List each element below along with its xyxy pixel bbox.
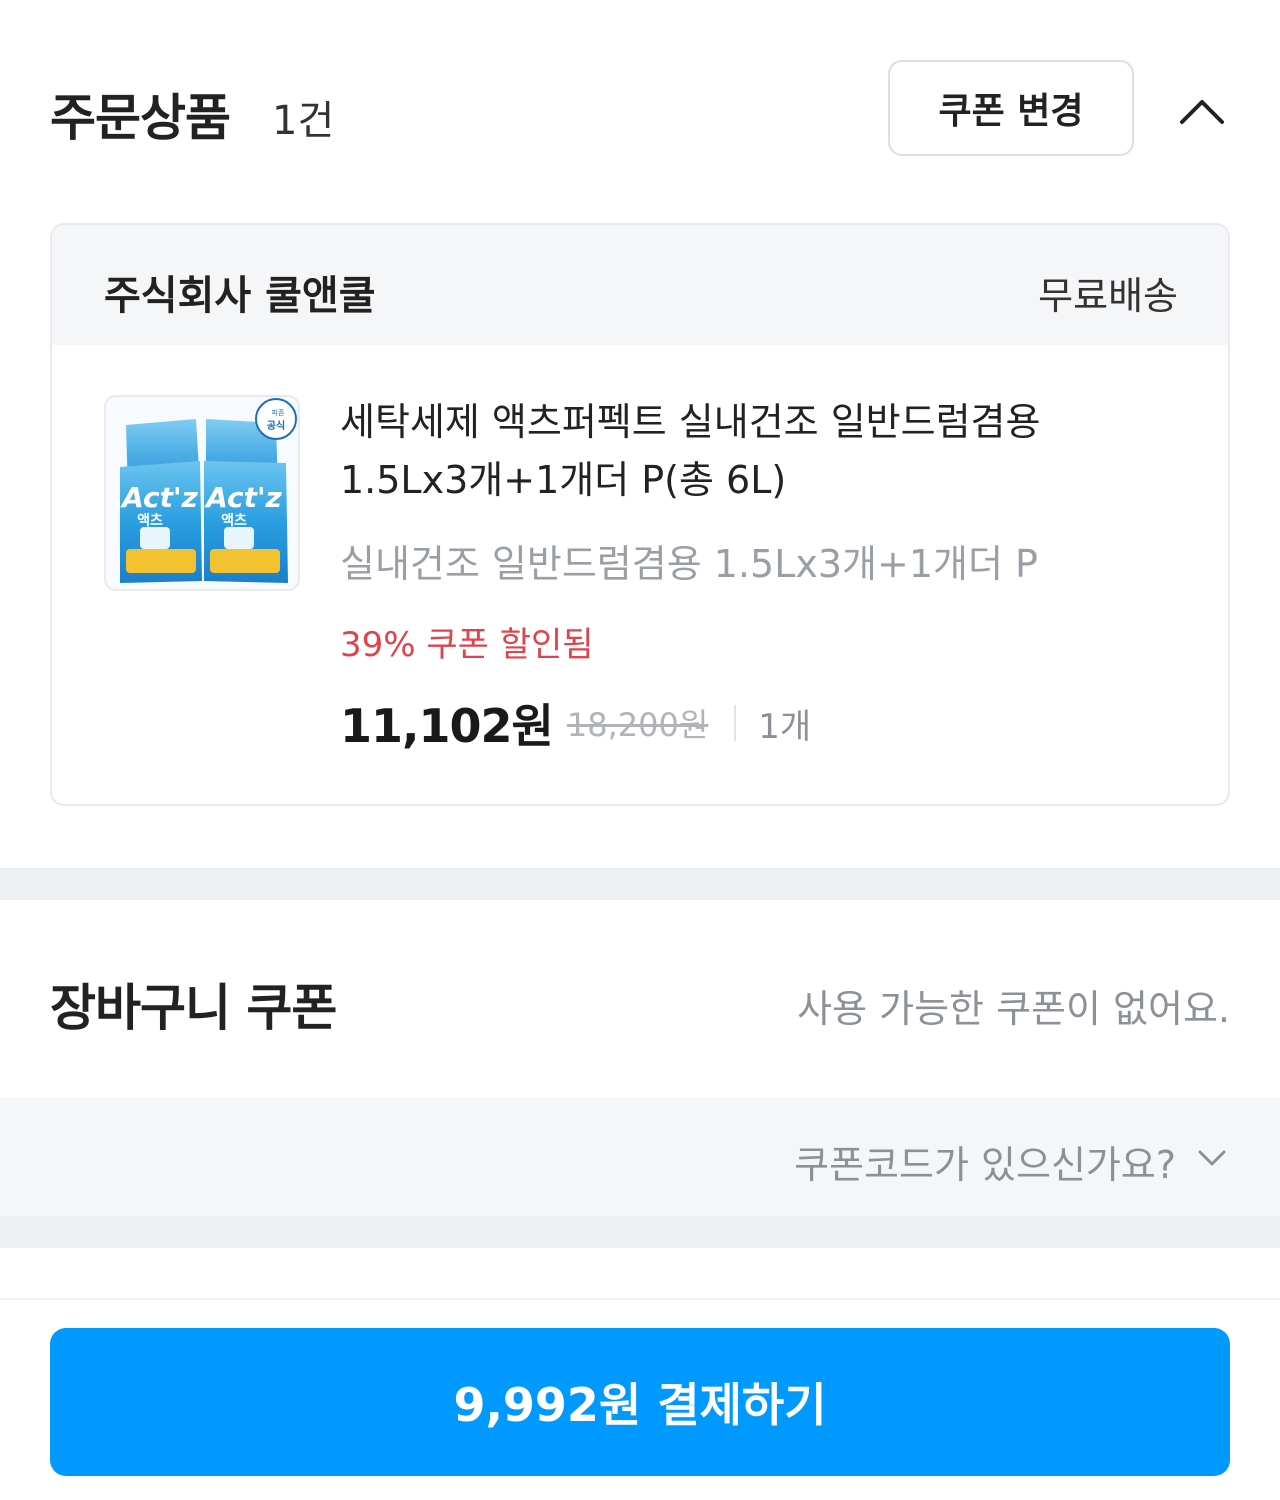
seller-name: 주식회사 쿨앤쿨: [104, 273, 376, 319]
coupon-code-prompt: 쿠폰코드가 있으신가요?: [794, 1143, 1176, 1187]
price-divider: [734, 705, 737, 741]
section-divider: [0, 1216, 1280, 1248]
quantity: 1개: [758, 706, 812, 747]
thumb-brand-right: Act'z: [204, 481, 282, 514]
thumb-sub-right: 액츠: [221, 512, 247, 529]
price-row: 11,102원 18,200원 1개: [340, 693, 811, 753]
thumb-brand-left: Act'z: [120, 481, 198, 514]
seller-card: 주식회사 쿨앤쿨 무료배송 Act'z Act'z 액츠 액츠 피죤 공식 세탁…: [50, 223, 1230, 806]
original-price: 18,200원: [566, 706, 709, 744]
order-products-header: 주문상품 1건 쿠폰 변경: [50, 60, 1230, 160]
seller-header: 주식회사 쿨앤쿨 무료배송: [52, 225, 1228, 345]
pay-button[interactable]: 9,992원 결제하기: [50, 1328, 1230, 1476]
thumb-badge: 공식: [267, 419, 285, 432]
coupon-discount-label: 39% 쿠폰 할인됨: [340, 625, 594, 665]
order-count: 1건: [272, 98, 335, 144]
bottom-payment-bar: 9,992원 결제하기: [0, 1298, 1280, 1500]
cart-coupon-status: 사용 가능한 쿠폰이 없어요.: [797, 987, 1230, 1031]
product-name-line-2: 1.5Lx3개+1개더 P(총 6L): [340, 458, 787, 502]
coupon-code-toggle[interactable]: 쿠폰코드가 있으신가요?: [0, 1098, 1280, 1216]
chevron-down-icon: [1196, 1142, 1228, 1174]
thumb-sub-left: 액츠: [137, 512, 163, 529]
shipping-fee-label: 무료배송: [1038, 274, 1178, 318]
section-divider: [0, 868, 1280, 900]
order-products-title: 주문상품: [50, 89, 231, 147]
chevron-up-icon[interactable]: [1178, 90, 1226, 130]
coupon-change-button[interactable]: 쿠폰 변경: [888, 60, 1134, 156]
checkout-page: 주문상품 1건 쿠폰 변경 주식회사 쿨앤쿨 무료배송 Act'z Act'z …: [0, 0, 1280, 1500]
product-option: 실내건조 일반드럼겸용 1.5Lx3개+1개더 P: [340, 542, 1038, 586]
cart-coupon-title: 장바구니 쿠폰: [50, 979, 337, 1037]
thumb-badge-brand: 피죤: [272, 408, 285, 417]
product-image[interactable]: Act'z Act'z 액츠 액츠 피죤 공식: [104, 395, 300, 591]
product-name[interactable]: 세탁세제 액츠퍼펙트 실내건조 일반드럼겸용 1.5Lx3개+1개더 P(총 6…: [340, 393, 1180, 509]
sale-price: 11,102원: [340, 699, 554, 753]
product-name-line-1: 세탁세제 액츠퍼펙트 실내건조 일반드럼겸용: [340, 400, 1041, 444]
